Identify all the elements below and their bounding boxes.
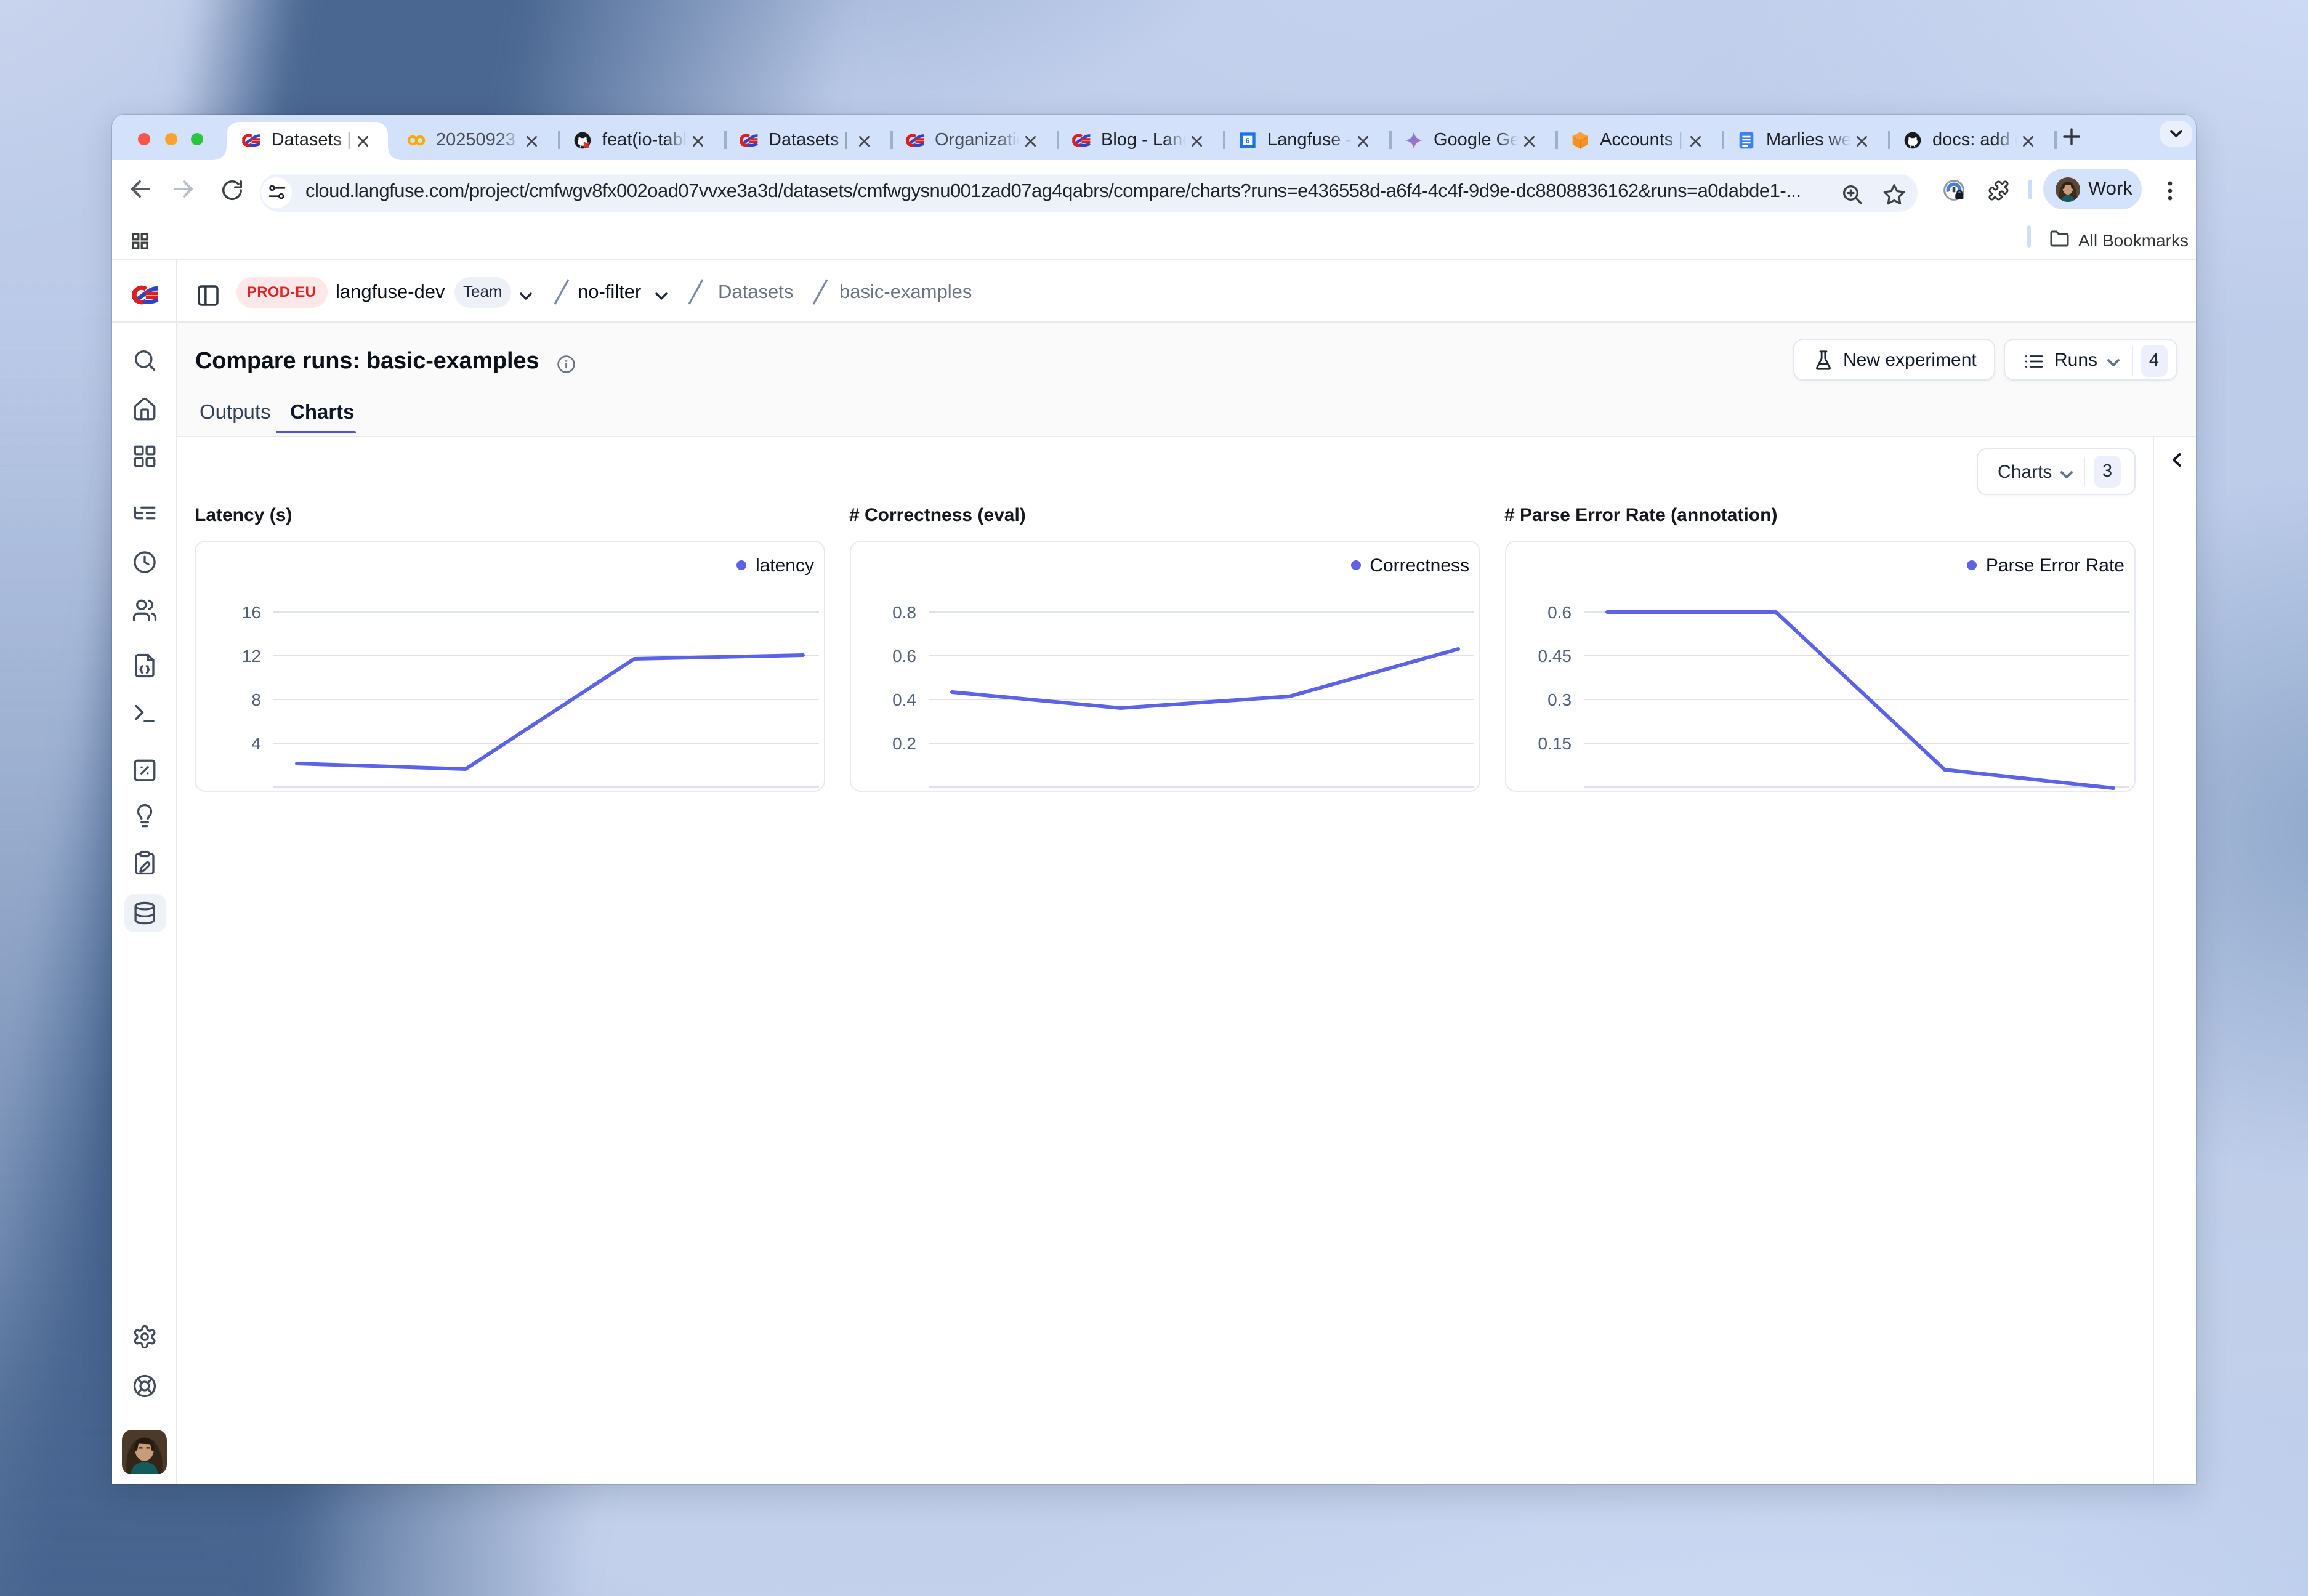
svg-text:12: 12 xyxy=(241,646,260,665)
svg-text:0.45: 0.45 xyxy=(1538,646,1572,665)
svg-text:0.6: 0.6 xyxy=(1547,602,1571,621)
svg-text:0.2: 0.2 xyxy=(892,733,916,752)
svg-text:0.4: 0.4 xyxy=(892,690,916,709)
svg-text:8: 8 xyxy=(251,690,260,709)
svg-text:0.6: 0.6 xyxy=(892,646,916,665)
svg-text:0.8: 0.8 xyxy=(892,602,916,621)
svg-text:16: 16 xyxy=(241,602,260,621)
svg-text:0.15: 0.15 xyxy=(1538,733,1572,752)
svg-text:4: 4 xyxy=(251,733,260,752)
svg-text:0.3: 0.3 xyxy=(1547,690,1571,709)
